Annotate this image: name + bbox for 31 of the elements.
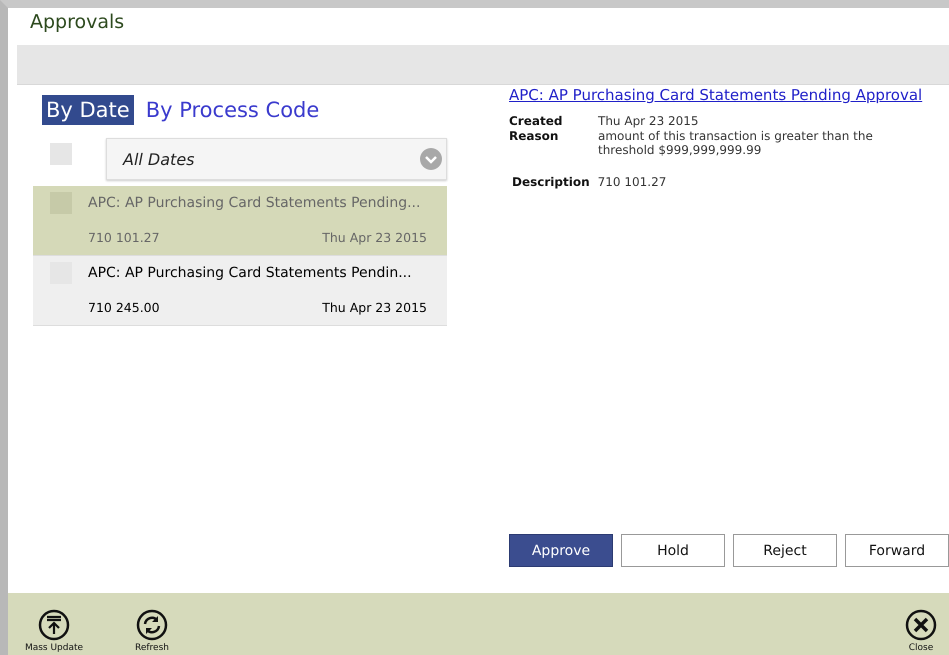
tab[interactable]: By Date <box>42 95 134 125</box>
item-title: APC: AP Purchasing Card Statements Pending... <box>88 195 422 212</box>
field-value: 710 101.27 <box>598 175 666 189</box>
item-date: Thu Apr 23 2015 <box>322 230 427 246</box>
item-date: Thu Apr 23 2015 <box>322 300 427 316</box>
action-button[interactable]: Forward <box>845 534 949 567</box>
app-bar-button[interactable]: Refresh <box>116 593 188 655</box>
action-button[interactable]: Approve <box>509 534 613 567</box>
approval-list-item[interactable]: APC: AP Purchasing Card Statements Pending... 710 101.27 Thu Apr 23 2015 <box>33 186 447 256</box>
approval-link[interactable]: APC: AP Purchasing Card Statements Pending Approval <box>509 86 922 104</box>
item-title: APC: AP Purchasing Card Statements Pendin... <box>88 265 413 282</box>
chevron-down-icon <box>420 148 442 170</box>
field-label: Reason <box>509 129 560 145</box>
action-button[interactable]: Reject <box>733 534 837 567</box>
field-value: Thu Apr 23 2015 <box>598 114 700 128</box>
tab[interactable]: By Process Code <box>142 95 324 125</box>
date-filter-dropdown[interactable]: All Dates <box>106 138 447 180</box>
close-icon <box>905 609 937 641</box>
refresh-icon <box>136 609 168 641</box>
app-bar-button[interactable]: Mass Update <box>18 593 90 655</box>
upload-list-icon <box>38 609 70 641</box>
select-all-checkbox[interactable] <box>50 143 72 165</box>
item-amount: 710 245.00 <box>88 300 160 316</box>
approval-list-item[interactable]: APC: AP Purchasing Card Statements Pendin... 710 245.00 Thu Apr 23 2015 <box>33 256 447 326</box>
app-bar-button[interactable]: Close <box>897 593 945 655</box>
item-amount: 710 101.27 <box>88 230 160 246</box>
action-button[interactable]: Hold <box>621 534 725 567</box>
field-value: amount of this transaction is greater than the threshold $999,999,999.99 <box>598 129 874 157</box>
window-title: Approvals <box>29 10 126 35</box>
field-label: Created <box>509 114 564 128</box>
field-label: Description <box>512 175 590 189</box>
